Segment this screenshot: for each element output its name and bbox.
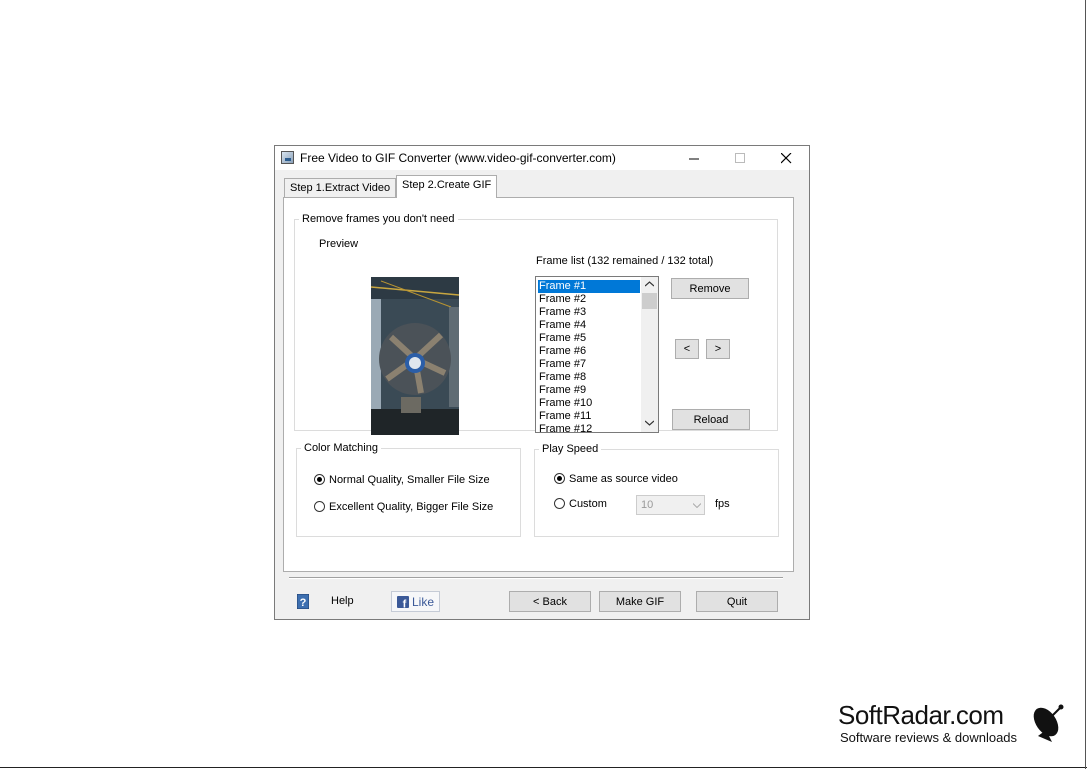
- list-item[interactable]: Frame #3: [538, 306, 640, 319]
- frame-list-label: Frame list (132 remained / 132 total): [536, 255, 714, 267]
- play-speed-legend: Play Speed: [539, 443, 602, 455]
- softradar-brand: SoftRadar.com: [838, 700, 1004, 730]
- maximize-icon: [734, 152, 745, 163]
- like-label: Like: [412, 594, 435, 609]
- remove-frames-legend: Remove frames you don't need: [299, 213, 458, 225]
- cpu-fan-picture: [371, 277, 459, 435]
- list-item[interactable]: Frame #1: [538, 280, 640, 293]
- normal-quality-label[interactable]: Normal Quality, Smaller File Size: [329, 474, 490, 486]
- facebook-like-button[interactable]: f Like: [391, 591, 440, 612]
- excellent-quality-radio[interactable]: [314, 501, 325, 512]
- color-matching-legend: Color Matching: [301, 442, 381, 454]
- same-as-source-radio[interactable]: [554, 473, 565, 484]
- previous-frame-button[interactable]: <: [675, 339, 699, 359]
- chevron-down-icon: [693, 503, 701, 508]
- tab-create-gif[interactable]: Step 2.Create GIF: [396, 175, 498, 198]
- list-item[interactable]: Frame #6: [538, 345, 640, 358]
- make-gif-button[interactable]: Make GIF: [599, 591, 681, 612]
- fps-dropdown[interactable]: 10: [636, 495, 705, 515]
- custom-speed-radio[interactable]: [554, 498, 565, 509]
- chevron-down-icon[interactable]: [645, 420, 654, 426]
- reload-button[interactable]: Reload: [672, 409, 750, 430]
- tab-extract-video[interactable]: Step 1.Extract Video: [284, 178, 397, 198]
- window-title: Free Video to GIF Converter (www.video-g…: [300, 151, 616, 165]
- help-link[interactable]: Help: [331, 595, 354, 607]
- title-bar[interactable]: Free Video to GIF Converter (www.video-g…: [275, 146, 809, 170]
- scrollbar-thumb[interactable]: [642, 293, 657, 309]
- list-item[interactable]: Frame #5: [538, 332, 640, 345]
- create-gif-panel: Remove frames you don't need Preview Fra…: [283, 197, 794, 572]
- close-button[interactable]: [763, 146, 809, 170]
- preview-label: Preview: [319, 238, 359, 250]
- remove-button[interactable]: Remove: [671, 278, 749, 299]
- custom-speed-label[interactable]: Custom: [569, 498, 607, 510]
- list-item[interactable]: Frame #12: [538, 423, 640, 432]
- back-button[interactable]: < Back: [509, 591, 591, 612]
- minimize-icon: [688, 158, 699, 159]
- same-as-source-label[interactable]: Same as source video: [569, 473, 678, 485]
- svg-text:f: f: [403, 598, 407, 608]
- minimize-button[interactable]: [671, 146, 717, 170]
- list-item[interactable]: Frame #10: [538, 397, 640, 410]
- fps-value: 10: [641, 499, 654, 511]
- play-speed-group: [534, 449, 779, 537]
- quit-button[interactable]: Quit: [696, 591, 778, 612]
- fps-unit-label: fps: [715, 498, 730, 510]
- footer-separator: [289, 577, 783, 579]
- app-gif-icon: [281, 151, 294, 164]
- satellite-dish-icon: [1028, 700, 1066, 744]
- list-item[interactable]: Frame #7: [538, 358, 640, 371]
- next-frame-button[interactable]: >: [706, 339, 730, 359]
- list-item[interactable]: Frame #8: [538, 371, 640, 384]
- list-item[interactable]: Frame #4: [538, 319, 640, 332]
- normal-quality-radio[interactable]: [314, 474, 325, 485]
- page-right-border: [1085, 0, 1086, 769]
- frame-preview-image: [371, 277, 459, 435]
- frame-list[interactable]: Frame #1 Frame #2 Frame #3 Frame #4 Fram…: [535, 276, 659, 433]
- list-item[interactable]: Frame #2: [538, 293, 640, 306]
- help-icon[interactable]: ?: [296, 593, 310, 610]
- softradar-tagline: Software reviews & downloads: [840, 730, 1018, 745]
- frame-list-scrollbar[interactable]: [641, 277, 658, 432]
- color-matching-group: [296, 448, 521, 537]
- maximize-button[interactable]: [717, 146, 763, 170]
- excellent-quality-label[interactable]: Excellent Quality, Bigger File Size: [329, 501, 493, 513]
- close-icon: [780, 152, 791, 163]
- svg-text:?: ?: [300, 597, 307, 609]
- list-item[interactable]: Frame #9: [538, 384, 640, 397]
- page-bottom-border: [0, 767, 1087, 768]
- chevron-up-icon[interactable]: [645, 281, 654, 287]
- facebook-icon: f: [397, 595, 409, 608]
- list-item[interactable]: Frame #11: [538, 410, 640, 423]
- app-window: Free Video to GIF Converter (www.video-g…: [274, 145, 810, 620]
